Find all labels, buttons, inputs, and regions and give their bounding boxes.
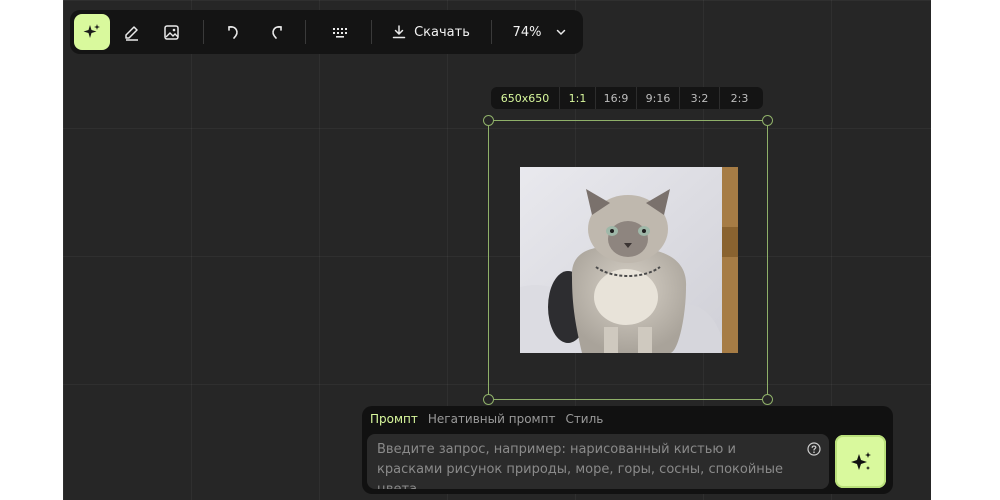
keyboard-shortcuts-button[interactable] [322, 14, 358, 50]
redo-button[interactable] [258, 14, 294, 50]
resize-handle-bottom-left[interactable] [483, 394, 494, 405]
ratio-option-1-1[interactable]: 1:1 [559, 87, 595, 109]
undo-button[interactable] [216, 14, 252, 50]
chevron-down-icon [557, 29, 566, 36]
keyboard-icon [333, 28, 347, 38]
sparkle-icon [850, 451, 871, 470]
cat-photo[interactable] [520, 167, 738, 353]
magic-generate-button[interactable] [74, 14, 110, 50]
tab-style[interactable]: Стиль [565, 412, 603, 426]
ratio-option-9-16[interactable]: 9:16 [636, 87, 679, 109]
aspect-ratio-selector: 650x650 1:1 16:9 9:16 3:2 2:3 [491, 87, 763, 109]
toolbar-divider [203, 20, 204, 44]
zoom-dropdown[interactable]: 74% [500, 14, 580, 50]
toolbar-divider [491, 20, 492, 44]
generate-button[interactable] [835, 435, 886, 488]
prompt-panel: Промпт Негативный промпт Стиль [362, 406, 893, 494]
eraser-pen-icon [125, 26, 138, 41]
cat-image [520, 167, 738, 353]
ratio-option-3-2[interactable]: 3:2 [679, 87, 719, 109]
download-icon [392, 25, 406, 39]
tab-prompt[interactable]: Промпт [370, 412, 418, 426]
prompt-input[interactable] [367, 434, 829, 489]
editor-app: Скачать 74% 650x650 1:1 16:9 9:16 3:2 2:… [63, 0, 931, 500]
resize-handle-bottom-right[interactable] [762, 394, 773, 405]
undo-icon [228, 26, 238, 39]
prompt-tabs: Промпт Негативный промпт Стиль [370, 412, 603, 426]
download-label: Скачать [414, 24, 470, 40]
canvas-size-label: 650x650 [500, 91, 550, 105]
edit-button[interactable] [114, 14, 150, 50]
add-image-button[interactable] [154, 14, 190, 50]
toolbar: Скачать 74% [70, 10, 583, 54]
resize-handle-top-right[interactable] [762, 115, 773, 126]
toolbar-divider [305, 20, 306, 44]
toolbar-divider [371, 20, 372, 44]
question-circle-icon[interactable] [807, 442, 821, 456]
tab-negative-prompt[interactable]: Негативный промпт [428, 412, 556, 426]
zoom-level: 74% [512, 24, 542, 40]
add-image-icon [164, 25, 179, 40]
ratio-option-16-9[interactable]: 16:9 [595, 87, 636, 109]
sparkle-icon [83, 24, 100, 38]
ratio-option-2-3[interactable]: 2:3 [719, 87, 759, 109]
download-button[interactable]: Скачать [386, 14, 476, 50]
resize-handle-top-left[interactable] [483, 115, 494, 126]
redo-icon [272, 26, 282, 39]
